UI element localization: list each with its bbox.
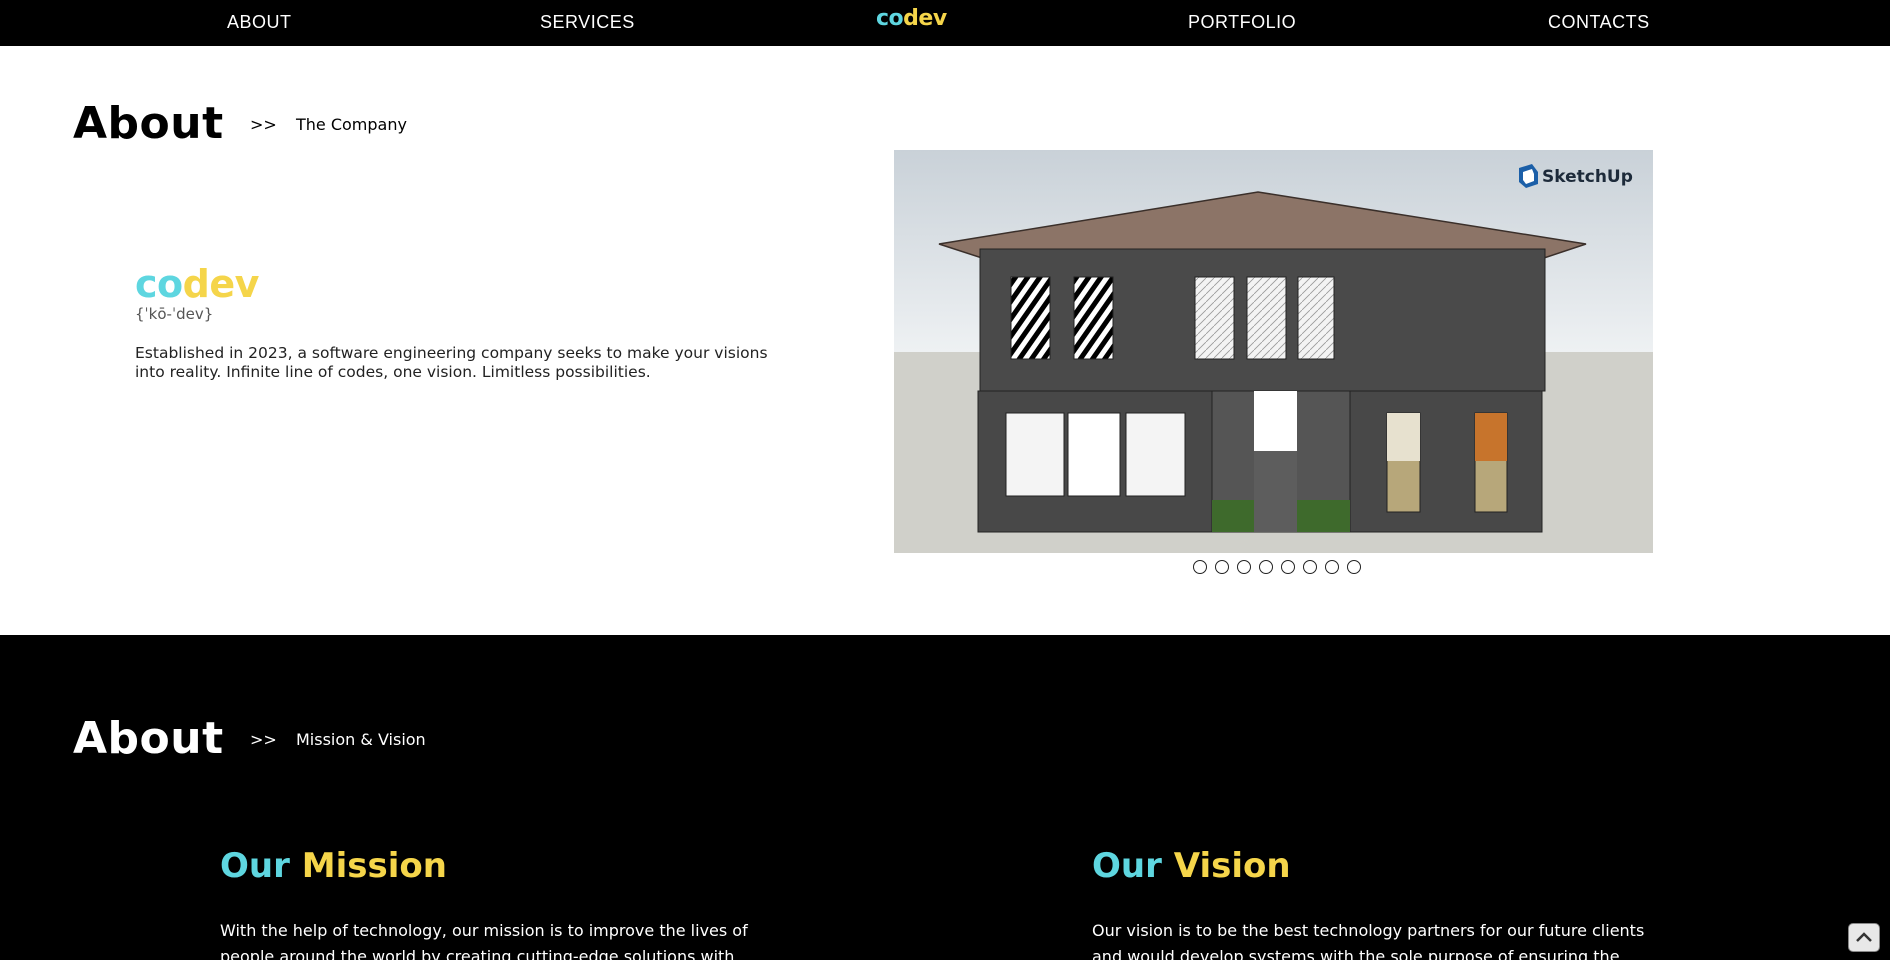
chevron-up-icon bbox=[1856, 932, 1872, 942]
carousel-dot-7[interactable] bbox=[1325, 560, 1339, 574]
section-title: About bbox=[73, 713, 224, 764]
vision-heading-word1: Our bbox=[1092, 846, 1162, 886]
brand-wordmark: codev bbox=[135, 262, 259, 306]
vision-text: Our vision is to be the best technology … bbox=[1092, 921, 1645, 960]
house-render-image: SketchUp bbox=[894, 150, 1653, 553]
nav-logo[interactable]: codev bbox=[876, 6, 947, 31]
carousel-slide-image[interactable]: SketchUp bbox=[894, 150, 1653, 553]
nav-contacts[interactable]: CONTACTS bbox=[1548, 12, 1650, 33]
phonetic-spelling: {ˈkō-ˈdev} bbox=[135, 305, 214, 323]
logo-dev: dev bbox=[903, 6, 947, 31]
brand-dev: dev bbox=[182, 262, 260, 306]
vision-heading-word2: Vision bbox=[1173, 846, 1291, 886]
logo-co: co bbox=[876, 6, 904, 31]
section-subtitle: The Company bbox=[296, 115, 407, 134]
company-description: Established in 2023, a software engineer… bbox=[135, 344, 768, 381]
scroll-to-top-button[interactable] bbox=[1848, 923, 1880, 952]
nav-services[interactable]: SERVICES bbox=[540, 12, 635, 33]
carousel-dot-8[interactable] bbox=[1347, 560, 1361, 574]
carousel-dot-5[interactable] bbox=[1281, 560, 1295, 574]
carousel-dot-3[interactable] bbox=[1237, 560, 1251, 574]
carousel-dot-1[interactable] bbox=[1193, 560, 1207, 574]
sketchup-wordmark: SketchUp bbox=[1542, 167, 1633, 187]
mission-vision-section bbox=[0, 635, 1890, 960]
mission-heading-word1: Our bbox=[220, 846, 290, 886]
nav-portfolio[interactable]: PORTFOLIO bbox=[1188, 12, 1296, 33]
carousel-dot-2[interactable] bbox=[1215, 560, 1229, 574]
mission-heading-word2: Mission bbox=[301, 846, 447, 886]
carousel-dot-6[interactable] bbox=[1303, 560, 1317, 574]
nav-about[interactable]: ABOUT bbox=[227, 12, 292, 33]
breadcrumb-arrows: >> bbox=[250, 730, 277, 749]
breadcrumb-arrows: >> bbox=[250, 115, 277, 134]
brand-co: co bbox=[135, 262, 183, 306]
carousel-dot-4[interactable] bbox=[1259, 560, 1273, 574]
mission-heading: Our Mission bbox=[220, 846, 447, 886]
vision-heading: Our Vision bbox=[1092, 846, 1291, 886]
section-subtitle: Mission & Vision bbox=[296, 730, 426, 749]
mission-text: With the help of technology, our mission… bbox=[220, 921, 748, 960]
top-navigation: ABOUT SERVICES codev PORTFOLIO CONTACTS bbox=[0, 0, 1890, 46]
section-title: About bbox=[73, 98, 224, 149]
